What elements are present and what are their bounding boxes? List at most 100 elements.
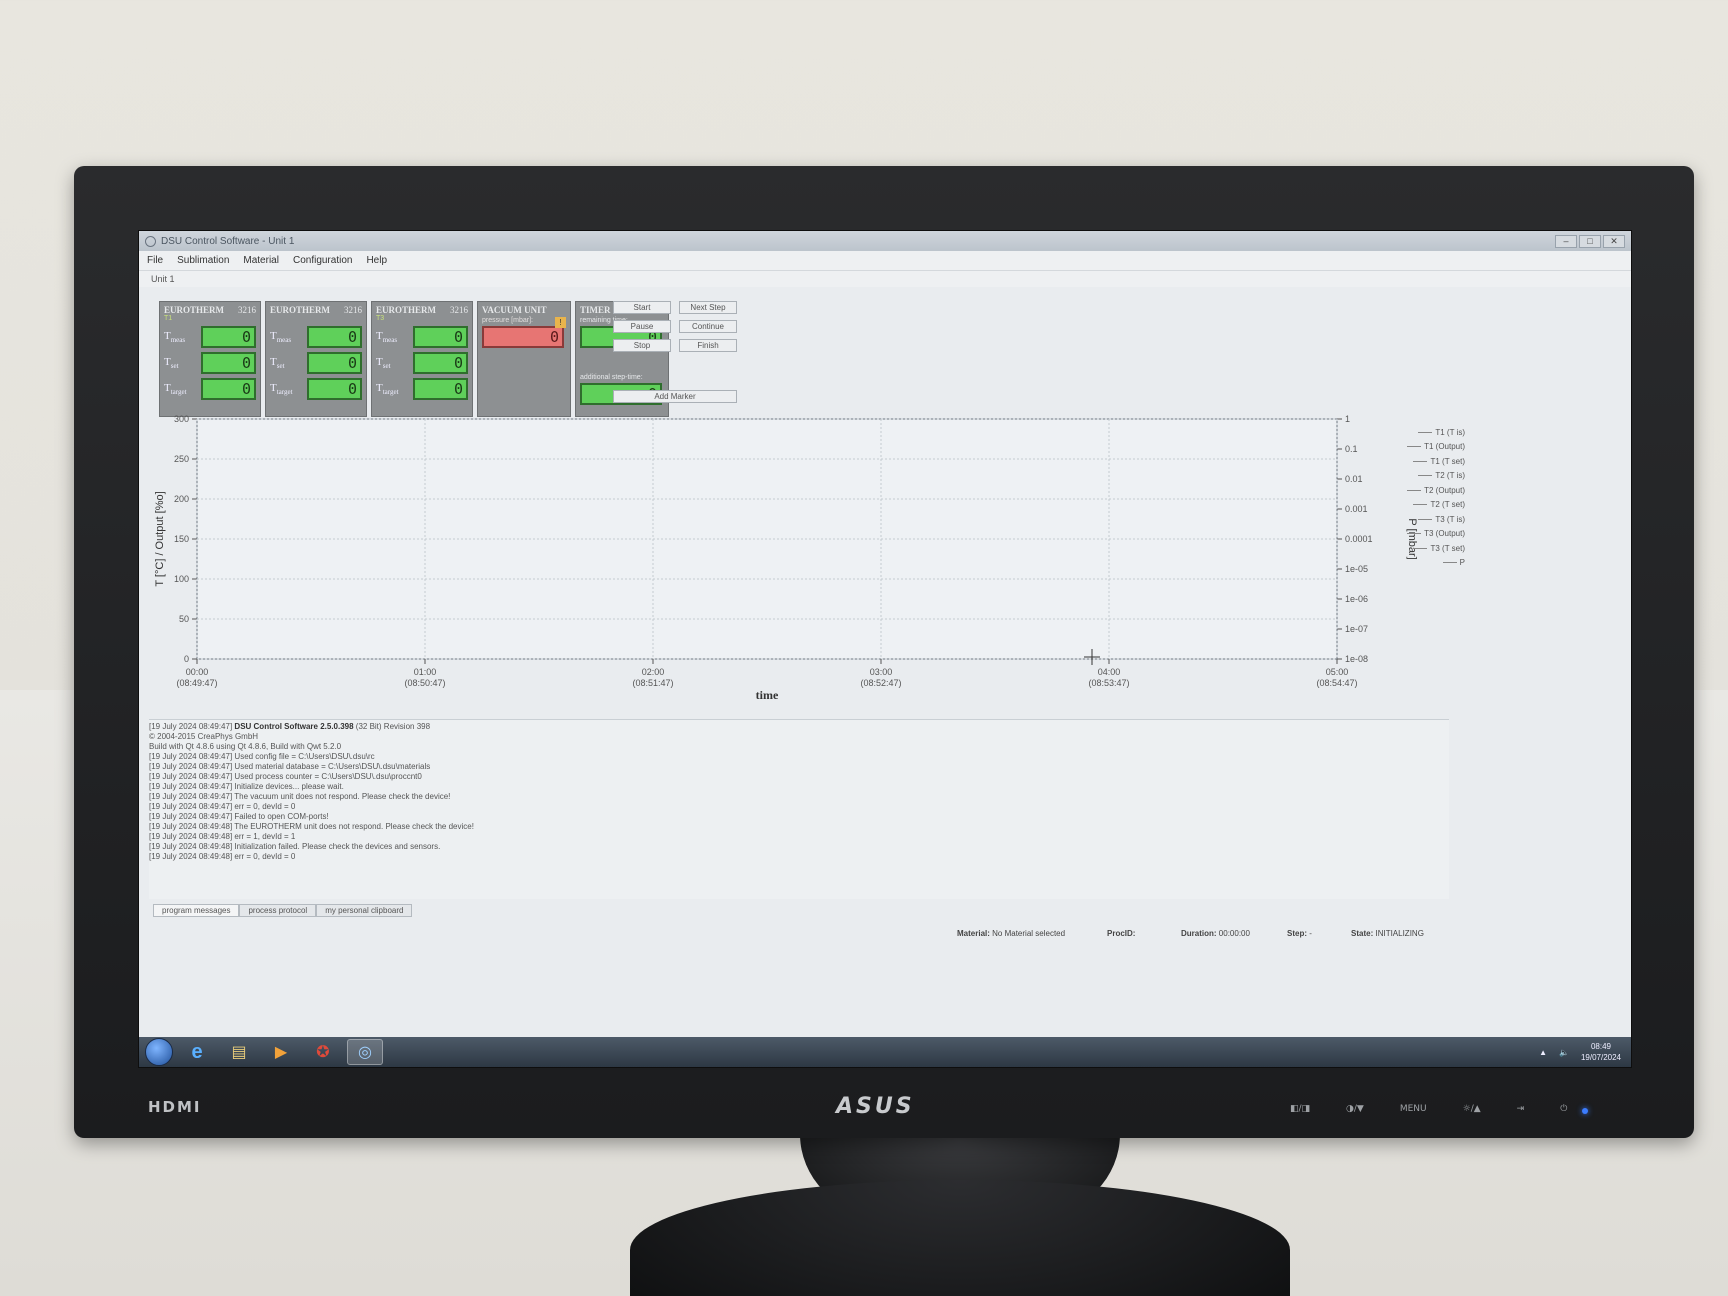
eurotherm-panel-3: EUROTHERM 3216 T3 Tmeas 0 Tset 0 Ttarget 0 [371,301,473,417]
legend-swatch [1413,504,1428,506]
t-target-display: 0 [201,378,256,400]
x-tick-label-clock: (08:54:47) [1316,678,1357,688]
monitor-brightness-button[interactable]: ☼/▲ [1463,1104,1481,1114]
legend-entry[interactable]: P [1395,556,1465,571]
x-tick-label: 03:00 [870,667,893,677]
t-meas-label: Tmeas [164,329,186,345]
t-meas-display: 0 [201,326,256,348]
y-tick-label-left: 100 [174,574,189,584]
y-tick-label-left: 300 [174,414,189,424]
y-tick-label-right: 1e-05 [1345,564,1368,574]
log-line: [19 July 2024 08:49:48] err = 1, devId =… [149,832,296,841]
media-player-icon[interactable]: ▶ [263,1039,299,1065]
window-titlebar: DSU Control Software - Unit 1 – □ ✕ [139,231,1631,251]
status-step: Step: - [1287,929,1312,938]
monitor-source-button[interactable]: ⇥ [1517,1104,1525,1114]
t-set-display: 0 [201,352,256,374]
tab-program-messages[interactable]: program messages [153,904,240,917]
legend-entry[interactable]: T2 (T is) [1395,469,1465,484]
add-marker-button[interactable]: Add Marker [613,390,737,403]
volume-icon[interactable]: 🔈 [1559,1047,1569,1058]
status-bar: Material: No Material selected ProcID: D… [149,927,1449,941]
eurotherm-name: EUROTHERM [270,305,331,315]
log-line: [19 July 2024 08:49:47] err = 0, devId =… [149,802,296,811]
unit-tab[interactable]: Unit 1 [139,271,1631,287]
legend-entry[interactable]: T2 (T set) [1395,498,1465,513]
log-line: © 2004-2015 CreaPhys GmbH [149,732,259,741]
dsu-control-taskbar-icon[interactable]: ◎ [347,1039,383,1065]
power-led [1582,1108,1588,1114]
log-line: [19 July 2024 08:49:47] Initialize devic… [149,782,344,791]
legend-swatch [1413,460,1428,462]
log-line: [19 July 2024 08:49:47] DSU Control Soft… [149,722,431,731]
x-tick-label-clock: (08:50:47) [404,678,445,688]
legend-label: T3 (T is) [1435,514,1465,524]
app-shield-icon[interactable]: ✪ [305,1039,341,1065]
legend-entry[interactable]: T3 (Output) [1395,527,1465,542]
t-set-label: Tset [270,355,285,371]
t-set-label: Tset [164,355,179,371]
warning-icon: ! [555,317,566,328]
legend-entry[interactable]: T3 (T is) [1395,512,1465,527]
tab-my-personal-clipboard[interactable]: my personal clipboard [316,904,413,917]
internet-explorer-icon[interactable]: e [179,1039,215,1065]
pressure-display: 0 [482,326,564,348]
maximize-icon[interactable]: □ [1579,234,1601,248]
menu-material[interactable]: Material [243,255,279,266]
y-tick-label-left: 0 [184,654,189,664]
legend-entry[interactable]: T3 (T set) [1395,541,1465,556]
start-button[interactable]: Start [613,301,671,314]
legend-entry[interactable]: T2 (Output) [1395,483,1465,498]
eurotherm-model: 3216 [344,305,362,315]
monitor-input-button[interactable]: ◧/◨ [1290,1104,1310,1114]
log-line: Build with Qt 4.8.6 using Qt 4.8.6, Buil… [149,742,342,751]
menu-file[interactable]: File [147,255,163,266]
x-tick-label: 05:00 [1326,667,1349,677]
legend-label: T2 (T set) [1430,500,1465,510]
legend-entry[interactable]: T1 (T set) [1395,454,1465,469]
log-tabs: program messages process protocol my per… [153,904,413,917]
eurotherm-channel: T1 [164,315,173,322]
legend-swatch [1413,547,1428,549]
window-title: DSU Control Software - Unit 1 [161,235,295,247]
pause-button[interactable]: Pause [613,320,671,333]
legend-entry[interactable]: T1 (T is) [1395,425,1465,440]
tray-clock[interactable]: 08:49 19/07/2024 [1581,1041,1621,1063]
t-set-display: 0 [413,352,468,374]
minimize-icon[interactable]: – [1555,234,1577,248]
eurotherm-channel: T3 [376,315,385,322]
legend-entry[interactable]: T1 (Output) [1395,440,1465,455]
finish-button[interactable]: Finish [679,339,737,352]
next-step-button[interactable]: Next Step [679,301,737,314]
menu-help[interactable]: Help [366,255,387,266]
start-button-orb[interactable] [145,1038,173,1066]
screen: DSU Control Software - Unit 1 – □ ✕ File… [138,230,1632,1068]
file-explorer-icon[interactable]: ▤ [221,1039,257,1065]
x-tick-label-clock: (08:52:47) [860,678,901,688]
t-target-label: Ttarget [376,381,399,397]
x-tick-label-clock: (08:53:47) [1088,678,1129,688]
y-tick-label-right: 0.0001 [1345,534,1373,544]
menu-sublimation[interactable]: Sublimation [177,255,229,266]
tab-process-protocol[interactable]: process protocol [239,904,317,917]
monitor-menu-button[interactable]: MENU [1400,1104,1427,1114]
status-procid: ProcID: [1107,929,1136,938]
program-messages-log[interactable]: [19 July 2024 08:49:47] DSU Control Soft… [149,719,1449,899]
legend-label: T1 (T set) [1430,456,1465,466]
tray-arrow-icon[interactable]: ▲ [1539,1047,1547,1058]
monitor-power-button[interactable]: ⏻ [1560,1104,1567,1114]
x-tick-label-clock: (08:49:47) [176,678,217,688]
process-chart[interactable]: 0 50 100 150 200 250 300 1 0.1 0.01 0.001 0.0001 1e-… [149,413,1469,713]
t-target-display: 0 [307,378,362,400]
stop-button[interactable]: Stop [613,339,671,352]
continue-button[interactable]: Continue [679,320,737,333]
menu-configuration[interactable]: Configuration [293,255,352,266]
y-tick-label-left: 50 [179,614,189,624]
legend-swatch [1418,518,1433,520]
chart-legend: T1 (T is) T1 (Output) T1 (T set) T2 (T is) T… [1395,425,1465,570]
legend-swatch [1407,489,1422,491]
close-icon[interactable]: ✕ [1603,234,1625,248]
y-tick-label-right: 0.001 [1345,504,1368,514]
monitor-contrast-button[interactable]: ◑/▼ [1346,1104,1364,1114]
y-tick-label-right: 1e-07 [1345,624,1368,634]
